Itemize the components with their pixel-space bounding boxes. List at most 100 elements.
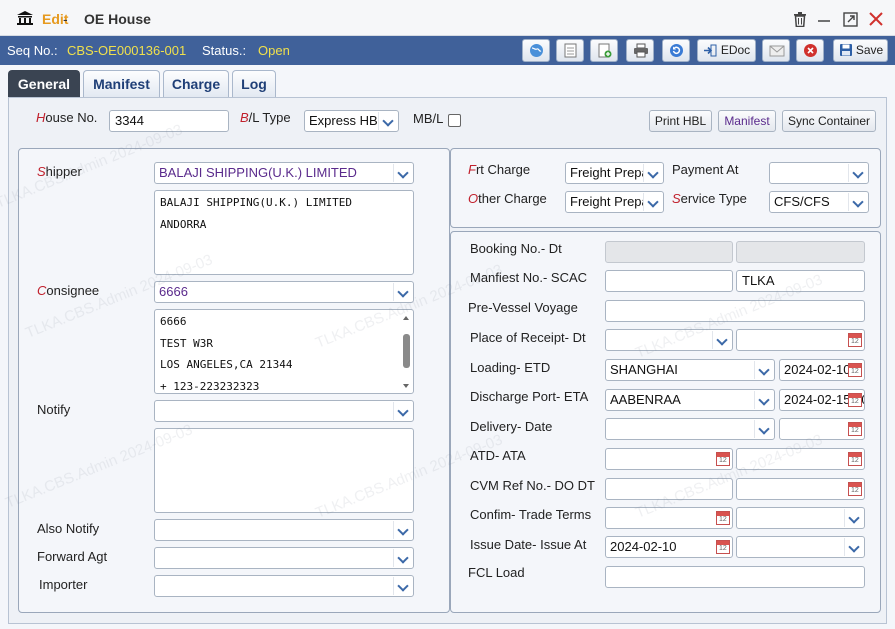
forward-agt-select[interactable] [154, 547, 414, 569]
other-charge-select[interactable]: Freight Prepaid [565, 191, 664, 213]
house-no-label: House No. [36, 110, 98, 125]
tab-bar: General Manifest Charge Log [0, 65, 895, 97]
mbl-checkbox[interactable] [448, 114, 461, 127]
receipt-label: Place of Receipt- Dt [470, 330, 586, 345]
edoc-icon [704, 44, 717, 57]
calendar-icon[interactable] [848, 333, 862, 347]
place-of-receipt-select[interactable] [605, 329, 733, 351]
shipper-label: Shipper [37, 164, 82, 179]
ata-input[interactable] [736, 448, 865, 470]
charges-panel: Frt Charge Freight Prepaid Payment At Ot… [450, 148, 881, 228]
manifest-button[interactable]: Manifest [718, 110, 776, 132]
chevron-down-icon [643, 193, 662, 211]
consignee-scrollbar[interactable] [400, 312, 412, 392]
tab-log[interactable]: Log [232, 70, 276, 97]
issue-at-select[interactable] [736, 536, 865, 558]
bank-icon [17, 11, 33, 25]
manifest-no-input[interactable] [605, 270, 733, 292]
add-document-icon [598, 43, 612, 58]
etd-input[interactable]: 2024-02-10 [779, 359, 865, 381]
cancel-button[interactable] [796, 39, 824, 62]
chevron-down-icon [848, 193, 867, 211]
confirm-date-input[interactable] [605, 507, 733, 529]
cvm-ref-input[interactable] [605, 478, 733, 500]
add-document-button[interactable] [590, 39, 618, 62]
document-icon [564, 43, 577, 58]
address-line: + 123-223232323 [160, 379, 260, 393]
consignee-select[interactable]: 6666 [154, 281, 414, 303]
manifest-scac-label: Manfiest No.- SCAC [470, 270, 588, 285]
trash-icon[interactable] [791, 10, 809, 28]
scac-input[interactable]: TLKA [736, 270, 865, 292]
loading-port-select[interactable]: SHANGHAI [605, 359, 775, 381]
tab-charge[interactable]: Charge [163, 70, 229, 97]
calendar-icon[interactable] [848, 363, 862, 377]
shipper-address[interactable]: BALAJI SHIPPING(U.K.) LIMITED ANDORRA [154, 190, 414, 275]
pre-vessel-input[interactable] [605, 300, 865, 322]
print-hbl-button[interactable]: Print HBL [649, 110, 712, 132]
chevron-down-icon [393, 577, 412, 595]
title-bar: Edit - OE House [0, 0, 895, 36]
notify-address[interactable] [154, 428, 414, 513]
consignee-address[interactable]: 6666 TEST W3R LOS ANGELES,CA 21344 + 123… [154, 309, 414, 394]
minimize-icon[interactable] [815, 10, 833, 28]
payment-at-select[interactable] [769, 162, 869, 184]
maximize-icon[interactable] [841, 10, 859, 28]
issue-date-input[interactable]: 2024-02-10 [605, 536, 733, 558]
also-notify-select[interactable] [154, 519, 414, 541]
frt-charge-select[interactable]: Freight Prepaid [565, 162, 664, 184]
refresh-icon [670, 44, 683, 57]
print-button[interactable] [626, 39, 654, 62]
payment-at-label: Payment At [672, 162, 739, 177]
calendar-icon[interactable] [848, 482, 862, 496]
globe-button[interactable] [522, 39, 550, 62]
eta-input[interactable]: 2024-02-15 00 [779, 389, 865, 411]
calendar-icon[interactable] [848, 393, 862, 407]
email-button[interactable] [762, 39, 790, 62]
save-button[interactable]: Save [833, 39, 888, 62]
tab-general[interactable]: General [8, 70, 80, 97]
save-label: Save [855, 43, 884, 57]
delivery-label: Delivery- Date [470, 419, 553, 434]
calendar-icon[interactable] [848, 452, 862, 466]
address-line: BALAJI SHIPPING(U.K.) LIMITED [160, 196, 353, 209]
sync-container-button[interactable]: Sync Container [782, 110, 876, 132]
bl-type-select[interactable]: Express HBL [304, 110, 399, 132]
calendar-icon[interactable] [716, 452, 730, 466]
delivery-select[interactable] [605, 418, 775, 440]
fcl-load-input[interactable] [605, 566, 865, 588]
calendar-icon[interactable] [848, 422, 862, 436]
importer-select[interactable] [154, 575, 414, 597]
atd-input[interactable] [605, 448, 733, 470]
house-no-input[interactable]: 3344 [109, 110, 229, 132]
chevron-down-icon [844, 509, 863, 527]
discharge-port-select[interactable]: AABENRAA [605, 389, 775, 411]
seq-no-value: CBS-OE000136-001 [67, 43, 187, 58]
refresh-button[interactable] [662, 39, 690, 62]
calendar-icon[interactable] [716, 540, 730, 554]
document-button[interactable] [556, 39, 584, 62]
chevron-down-icon [754, 420, 773, 438]
issue-label: Issue Date- Issue At [470, 537, 587, 552]
chevron-down-icon [393, 283, 412, 301]
loading-label: Loading- ETD [470, 360, 551, 375]
trade-terms-select[interactable] [736, 507, 865, 529]
chevron-down-icon [754, 361, 773, 379]
tab-manifest[interactable]: Manifest [83, 70, 160, 97]
receipt-date-input[interactable] [736, 329, 865, 351]
edoc-button[interactable]: EDoc [697, 39, 756, 62]
chevron-down-icon [643, 164, 662, 182]
close-icon[interactable] [867, 10, 885, 28]
do-date-input[interactable] [736, 478, 865, 500]
forward-agt-label: Forward Agt [37, 549, 108, 564]
notify-select[interactable] [154, 400, 414, 422]
service-type-select[interactable]: CFS/CFS [769, 191, 869, 213]
frt-charge-label: Frt Charge [468, 162, 531, 177]
booking-no-input [605, 241, 733, 263]
notify-label: Notify [37, 402, 71, 417]
chevron-down-icon [378, 112, 397, 130]
shipper-select[interactable]: BALAJI SHIPPING(U.K.) LIMITED [154, 162, 414, 184]
calendar-icon[interactable] [716, 511, 730, 525]
service-type-label: Service Type [672, 191, 747, 206]
delivery-date-input[interactable] [779, 418, 865, 440]
